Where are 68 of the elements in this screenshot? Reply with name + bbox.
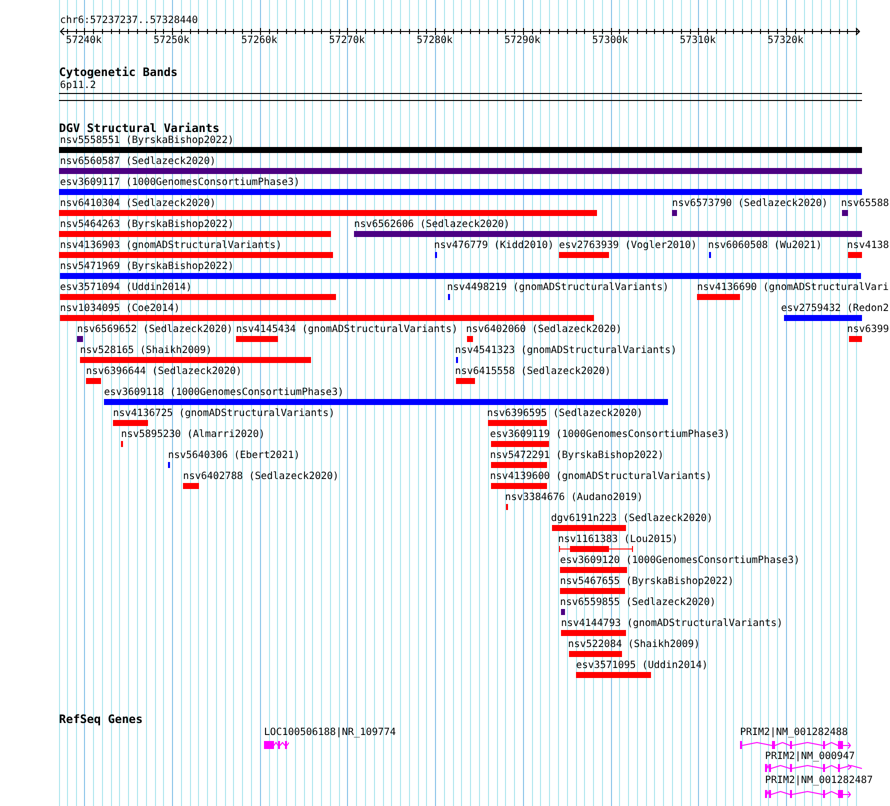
variant-label: dgv6191n223 (Sedlazeck2020) xyxy=(551,513,713,525)
tick-label: 57320k xyxy=(768,35,804,47)
variant-label: nsv6399 xyxy=(847,324,889,336)
variant-label: esv2763939 (Vogler2010) xyxy=(559,240,697,252)
track-title: RefSeq Genes xyxy=(59,713,143,726)
variant-label: nsv6562606 (Sedlazeck2020) xyxy=(354,219,510,231)
variant-label: nsv4136690 (gnomADStructuralVari xyxy=(697,282,889,294)
variant-label: esv3571094 (Uddin2014) xyxy=(60,282,192,294)
variant-bar[interactable] xyxy=(559,546,633,552)
variant-label: esv3609118 (1000GenomesConsortiumPhase3) xyxy=(104,387,344,399)
variant-label: nsv528165 (Shaikh2009) xyxy=(80,345,212,357)
variant-label: nsv6402788 (Sedlazeck2020) xyxy=(183,471,339,483)
variant-label: nsv1034095 (Coe2014) xyxy=(60,303,180,315)
tick-label: 57260k xyxy=(241,35,278,47)
variant-label: nsv5558551 (ByrskaBishop2022) xyxy=(60,135,234,147)
variant-label: nsv4139600 (gnomADStructuralVariants) xyxy=(490,471,712,483)
variant-label: nsv4136903 (gnomADStructuralVariants) xyxy=(60,240,282,252)
variant-label: esv2759432 (Redon2 xyxy=(781,303,889,315)
gene-model[interactable] xyxy=(765,764,862,772)
variant-label: nsv476779 (Kidd2010) xyxy=(434,240,554,252)
variant-label: esv3571095 (Uddin2014) xyxy=(576,660,708,672)
variant-label: nsv5467655 (ByrskaBishop2022) xyxy=(560,576,734,588)
track-title: DGV Structural Variants xyxy=(59,122,220,135)
tick-label: 57310k xyxy=(680,35,716,47)
track-title: Cytogenetic Bands xyxy=(59,66,178,79)
tick-label: 57300k xyxy=(592,35,628,47)
variant-label: nsv4138 xyxy=(847,240,889,252)
variant-label: nsv65588 xyxy=(841,198,889,210)
variant-label: nsv5471969 (ByrskaBishop2022) xyxy=(60,261,234,273)
gene-label: PRIM2|NM_001282487 xyxy=(765,775,873,787)
variant-label: nsv1161383 (Lou2015) xyxy=(558,534,678,546)
tick-label: 57240k xyxy=(66,35,102,47)
variant-label: nsv6573790 (Sedlazeck2020) xyxy=(672,198,828,210)
gene-model[interactable] xyxy=(740,741,851,749)
variant-label: nsv6402060 (Sedlazeck2020) xyxy=(466,324,622,336)
tick-label: 57250k xyxy=(154,35,190,47)
variant-label: nsv4145434 (gnomADStructuralVariants) xyxy=(236,324,458,336)
gene-model[interactable] xyxy=(264,741,289,749)
variant-label: nsv4498219 (gnomADStructuralVariants) xyxy=(447,282,669,294)
variant-label: nsv6415558 (Sedlazeck2020) xyxy=(455,366,611,378)
gene-label: PRIM2|NM_001282488 xyxy=(740,727,848,739)
variant-label: nsv6559855 (Sedlazeck2020) xyxy=(560,597,716,609)
variant-label: nsv522084 (Shaikh2009) xyxy=(568,639,700,651)
variant-label: nsv5640306 (Ebert2021) xyxy=(168,450,300,462)
variant-label: nsv5895230 (Almarri2020) xyxy=(121,429,265,441)
variant-label: esv3609119 (1000GenomesConsortiumPhase3) xyxy=(490,429,730,441)
gene-label: PRIM2|NM_000947 xyxy=(765,751,855,763)
gene-label: LOC100506188|NR_109774 xyxy=(264,727,396,739)
variant-label: esv3609117 (1000GenomesConsortiumPhase3) xyxy=(60,177,300,189)
variant-label: nsv6396595 (Sedlazeck2020) xyxy=(487,408,643,420)
variant-label: nsv5472291 (ByrskaBishop2022) xyxy=(490,450,664,462)
tick-label: 57270k xyxy=(328,35,365,47)
gene-model[interactable] xyxy=(765,790,851,798)
variant-label: nsv3384676 (Audano2019) xyxy=(505,492,643,504)
variant-label: nsv6560587 (Sedlazeck2020) xyxy=(60,156,216,168)
variant-label: nsv6060508 (Wu2021) xyxy=(708,240,822,252)
variant-label: nsv4144793 (gnomADStructuralVariants) xyxy=(561,618,783,630)
tick-label: 57290k xyxy=(504,35,540,47)
band-label: 6p11.2 xyxy=(60,80,96,92)
variant-label: esv3609120 (1000GenomesConsortiumPhase3) xyxy=(560,555,800,567)
variant-label: nsv6396644 (Sedlazeck2020) xyxy=(86,366,242,378)
variant-label: nsv4136725 (gnomADStructuralVariants) xyxy=(113,408,335,420)
variant-label: nsv4541323 (gnomADStructuralVariants) xyxy=(455,345,677,357)
variant-label: nsv6569652 (Sedlazeck2020) xyxy=(77,324,233,336)
range-label: chr6:57237237..57328440 xyxy=(60,15,198,27)
tick-label: 57280k xyxy=(416,35,453,47)
variant-label: nsv5464263 (ByrskaBishop2022) xyxy=(60,219,234,231)
variant-label: nsv6410304 (Sedlazeck2020) xyxy=(60,198,216,210)
